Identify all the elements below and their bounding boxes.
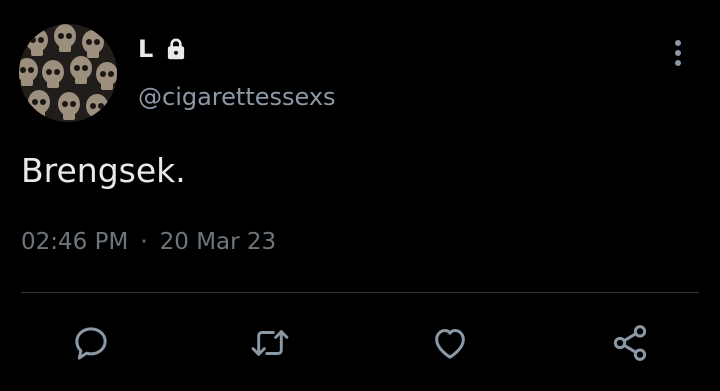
meta-separator: · (140, 229, 148, 255)
lock-icon (163, 36, 189, 62)
retweet-button[interactable] (248, 321, 292, 365)
tweet-date[interactable]: 20 Mar 23 (160, 227, 277, 257)
display-name[interactable]: L (138, 34, 153, 64)
tweet-meta: 02:46 PM · 20 Mar 23 (21, 227, 276, 257)
avatar[interactable] (19, 24, 117, 122)
tweet-time[interactable]: 02:46 PM (21, 227, 128, 257)
divider (21, 292, 699, 293)
like-button[interactable] (428, 321, 472, 365)
share-button[interactable] (608, 321, 652, 365)
heart-icon (435, 329, 465, 359)
tweet-text: Brengsek. (21, 151, 186, 190)
user-name-row: L (138, 34, 189, 64)
share-icon (613, 325, 647, 361)
user-handle[interactable]: @cigarettessexs (138, 82, 336, 112)
reply-button[interactable] (69, 321, 113, 365)
skulls-avatar-image (19, 24, 117, 122)
more-vertical-icon[interactable] (664, 38, 692, 70)
retweet-icon (251, 330, 289, 356)
comment-icon (75, 327, 107, 360)
